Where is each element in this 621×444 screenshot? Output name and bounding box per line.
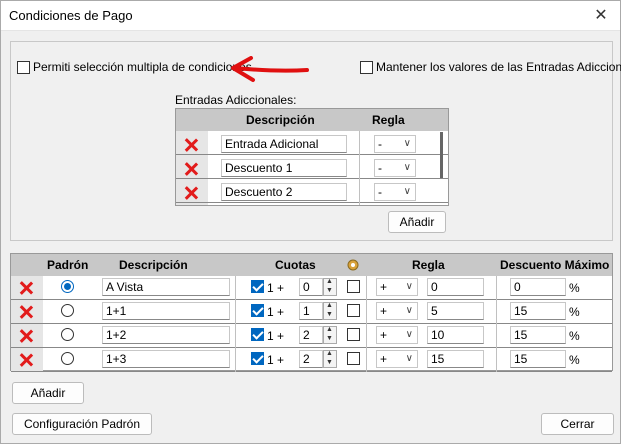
- multiple-selection-checkbox[interactable]: [17, 60, 30, 74]
- delete-condition-icon[interactable]: [19, 329, 33, 343]
- col-description: Descripción: [119, 258, 188, 272]
- default-radio[interactable]: [61, 304, 74, 317]
- rule-value-field[interactable]: 15: [427, 350, 484, 368]
- rule-select[interactable]: + ∨: [376, 350, 418, 368]
- delete-entry-icon[interactable]: [184, 138, 198, 152]
- rule-value-field[interactable]: 0: [427, 278, 484, 296]
- installments-field[interactable]: 0: [299, 278, 323, 296]
- add-condition-button[interactable]: Añadir: [12, 382, 84, 404]
- close-button[interactable]: Cerrar: [541, 413, 614, 435]
- installment-checkbox[interactable]: [251, 328, 264, 341]
- first-installment-label: 1 +: [267, 329, 285, 343]
- multiple-selection-label: Permiti selección multipla de condicione…: [33, 60, 252, 74]
- chevron-down-icon: ∨: [403, 186, 411, 197]
- col-default: Padrón: [47, 258, 89, 272]
- entry-rule-select[interactable]: - ∨: [374, 183, 416, 201]
- percent-label: %: [569, 281, 580, 295]
- delete-condition-icon[interactable]: [19, 281, 33, 295]
- rule-value-field[interactable]: 5: [427, 302, 484, 320]
- entry-rule-select[interactable]: - ∨: [374, 159, 416, 177]
- multiple-selection-option[interactable]: Permiti selección multipla de condicione…: [17, 60, 252, 74]
- chevron-down-icon: ∨: [405, 353, 413, 364]
- installment-checkbox[interactable]: [251, 280, 264, 293]
- installments-stepper[interactable]: [323, 326, 337, 344]
- window-title: Condiciones de Pago: [9, 8, 133, 23]
- default-radio[interactable]: [61, 280, 74, 293]
- chevron-down-icon: ∨: [403, 162, 411, 173]
- keep-values-option[interactable]: Mantener los valores de las Entradas Adi…: [360, 60, 621, 74]
- installments-stepper[interactable]: [323, 302, 337, 320]
- discount-field[interactable]: 15: [510, 326, 566, 344]
- delete-entry-icon[interactable]: [184, 186, 198, 200]
- chevron-down-icon: ∨: [405, 329, 413, 340]
- delete-condition-icon[interactable]: [19, 305, 33, 319]
- conditions-header: Padrón Descripción Cuotas Regla Descuent…: [11, 254, 612, 276]
- additional-col-description: Descripción: [246, 113, 315, 127]
- percent-label: %: [569, 329, 580, 343]
- close-icon[interactable]: ✕: [590, 5, 612, 27]
- flag-checkbox[interactable]: [347, 328, 360, 341]
- default-config-button[interactable]: Configuración Padrón: [12, 413, 152, 435]
- first-installment-label: 1 +: [267, 281, 285, 295]
- discount-field[interactable]: 15: [510, 350, 566, 368]
- entry-description-field[interactable]: Descuento 1: [221, 159, 347, 177]
- delete-entry-icon[interactable]: [184, 162, 198, 176]
- flag-checkbox[interactable]: [347, 304, 360, 317]
- additional-entries-header: Descripción Regla: [176, 109, 448, 131]
- installments-stepper[interactable]: [323, 278, 337, 296]
- additional-entries-label: Entradas Adiccionales:: [175, 93, 297, 107]
- installments-stepper[interactable]: [323, 350, 337, 368]
- col-discount: Descuento Máximo: [500, 258, 610, 272]
- delete-condition-icon[interactable]: [19, 353, 33, 367]
- default-radio[interactable]: [61, 328, 74, 341]
- installments-field[interactable]: 2: [299, 326, 323, 344]
- flag-checkbox[interactable]: [347, 280, 360, 293]
- installments-field[interactable]: 1: [299, 302, 323, 320]
- keep-values-checkbox[interactable]: [360, 60, 373, 74]
- rule-select[interactable]: + ∨: [376, 302, 418, 320]
- title-bar: Condiciones de Pago ✕: [1, 1, 620, 31]
- payment-conditions-dialog: Condiciones de Pago ✕ Permiti selección …: [0, 0, 621, 444]
- rule-value-field[interactable]: 10: [427, 326, 484, 344]
- add-entry-button[interactable]: Añadir: [388, 211, 446, 233]
- rule-select[interactable]: + ∨: [376, 326, 418, 344]
- discount-field[interactable]: 0: [510, 278, 566, 296]
- installments-field[interactable]: 2: [299, 350, 323, 368]
- first-installment-label: 1 +: [267, 305, 285, 319]
- installment-checkbox[interactable]: [251, 352, 264, 365]
- entry-rule-select[interactable]: - ∨: [374, 135, 416, 153]
- red-arrow-annotation: [231, 56, 309, 82]
- condition-description-field[interactable]: A Vista: [102, 278, 230, 296]
- col-installments: Cuotas: [275, 258, 316, 272]
- entry-description-field[interactable]: Entrada Adicional: [221, 135, 347, 153]
- keep-values-label: Mantener los valores de las Entradas Adi…: [376, 60, 621, 74]
- settings-icon[interactable]: [345, 257, 361, 273]
- discount-field[interactable]: 15: [510, 302, 566, 320]
- first-installment-label: 1 +: [267, 353, 285, 367]
- condition-description-field[interactable]: 1+3: [102, 350, 230, 368]
- rule-select[interactable]: + ∨: [376, 278, 418, 296]
- condition-description-field[interactable]: 1+2: [102, 326, 230, 344]
- percent-label: %: [569, 353, 580, 367]
- percent-label: %: [569, 305, 580, 319]
- chevron-down-icon: ∨: [405, 281, 413, 292]
- chevron-down-icon: ∨: [405, 305, 413, 316]
- entry-description-field[interactable]: Descuento 2: [221, 183, 347, 201]
- additional-col-rule: Regla: [372, 113, 405, 127]
- installment-checkbox[interactable]: [251, 304, 264, 317]
- col-rule: Regla: [412, 258, 445, 272]
- condition-description-field[interactable]: 1+1: [102, 302, 230, 320]
- chevron-down-icon: ∨: [403, 138, 411, 149]
- default-radio[interactable]: [61, 352, 74, 365]
- flag-checkbox[interactable]: [347, 352, 360, 365]
- additional-entries-scrollbar[interactable]: [440, 132, 443, 178]
